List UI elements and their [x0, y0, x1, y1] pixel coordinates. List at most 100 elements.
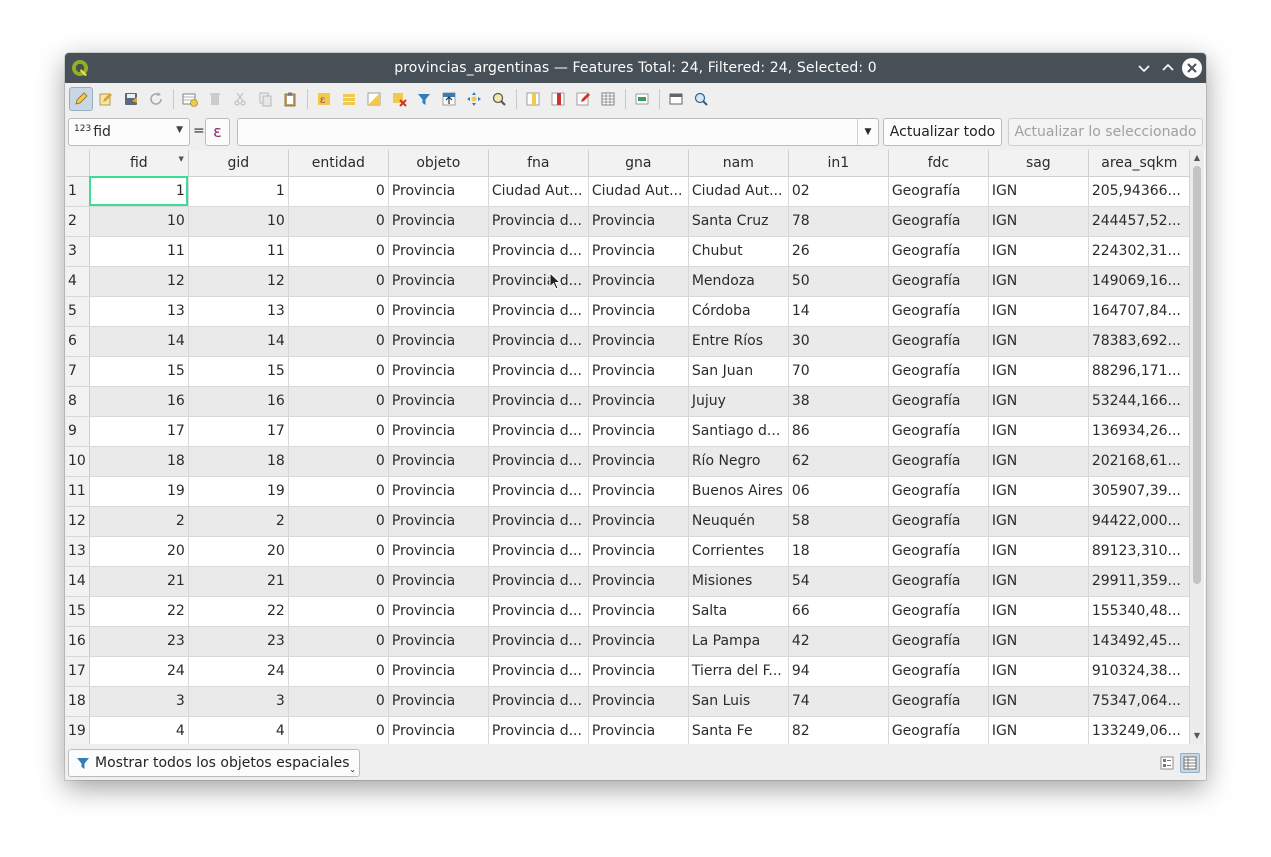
column-header[interactable]: in1: [788, 150, 889, 177]
table-cell-nam[interactable]: Ciudad Aut...: [688, 176, 789, 207]
actions-icon[interactable]: [630, 87, 654, 111]
table-cell-entidad[interactable]: 0: [288, 446, 389, 477]
table-cell-area_sqkm[interactable]: 75347,064...: [1088, 686, 1191, 717]
table-cell-sag[interactable]: IGN: [988, 206, 1089, 237]
table-cell-entidad[interactable]: 0: [288, 176, 389, 207]
table-cell-gid[interactable]: 10: [188, 206, 289, 237]
table-cell-area_sqkm[interactable]: 136934,26...: [1088, 416, 1191, 447]
table-cell-nam[interactable]: Misiones: [688, 566, 789, 597]
table-row[interactable]: 18 3 3 0 Provincia Provincia d... Provincia San…: [66, 686, 1191, 717]
table-cell-fna[interactable]: Provincia d...: [488, 506, 589, 537]
table-cell-objeto[interactable]: Provincia: [388, 716, 489, 744]
table-cell-fdc[interactable]: Geografía: [888, 386, 989, 417]
scroll-up-icon[interactable]: ▲: [1190, 151, 1204, 165]
table-cell-gna[interactable]: Provincia: [588, 296, 689, 327]
table-cell-in1[interactable]: 74: [788, 686, 889, 717]
table-cell-fdc[interactable]: Geografía: [888, 416, 989, 447]
table-cell-nam[interactable]: Santa Cruz: [688, 206, 789, 237]
table-cell-gna[interactable]: Provincia: [588, 236, 689, 267]
table-cell-sag[interactable]: IGN: [988, 596, 1089, 627]
table-cell-sag[interactable]: IGN: [988, 176, 1089, 207]
column-header[interactable]: area_sqkm: [1088, 150, 1191, 177]
table-cell-fna[interactable]: Provincia d...: [488, 446, 589, 477]
table-cell-gna[interactable]: Provincia: [588, 416, 689, 447]
deselect-all-icon[interactable]: [387, 87, 411, 111]
table-cell-nam[interactable]: Neuquén: [688, 506, 789, 537]
delete-field-icon[interactable]: [546, 87, 570, 111]
column-header[interactable]: gna: [588, 150, 689, 177]
row-header[interactable]: 10: [66, 446, 90, 477]
table-row[interactable]: 10 18 18 0 Provincia Provincia d... Provincia R…: [66, 446, 1191, 477]
table-cell-fid[interactable]: 16: [89, 386, 189, 417]
table-cell-fdc[interactable]: Geografía: [888, 656, 989, 687]
table-cell-area_sqkm[interactable]: 94422,000...: [1088, 506, 1191, 537]
table-cell-fdc[interactable]: Geografía: [888, 716, 989, 744]
table-cell-gna[interactable]: Provincia: [588, 356, 689, 387]
table-cell-gid[interactable]: 12: [188, 266, 289, 297]
table-cell-fna[interactable]: Provincia d...: [488, 536, 589, 567]
table-cell-fid[interactable]: 4: [89, 716, 189, 744]
table-cell-nam[interactable]: San Juan: [688, 356, 789, 387]
table-row[interactable]: 2 10 10 0 Provincia Provincia d... Provincia Sa…: [66, 206, 1191, 237]
column-header[interactable]: fna: [488, 150, 589, 177]
table-cell-gid[interactable]: 20: [188, 536, 289, 567]
table-cell-in1[interactable]: 62: [788, 446, 889, 477]
table-cell-sag[interactable]: IGN: [988, 296, 1089, 327]
scrollbar-thumb[interactable]: [1193, 166, 1201, 584]
table-cell-nam[interactable]: Río Negro: [688, 446, 789, 477]
table-cell-in1[interactable]: 06: [788, 476, 889, 507]
table-cell-objeto[interactable]: Provincia: [388, 626, 489, 657]
table-cell-sag[interactable]: IGN: [988, 566, 1089, 597]
table-cell-entidad[interactable]: 0: [288, 296, 389, 327]
expression-button[interactable]: ε: [205, 118, 230, 146]
table-cell-nam[interactable]: Entre Ríos: [688, 326, 789, 357]
column-header[interactable]: fdc: [888, 150, 989, 177]
table-cell-gid[interactable]: 3: [188, 686, 289, 717]
table-cell-fdc[interactable]: Geografía: [888, 536, 989, 567]
table-cell-in1[interactable]: 58: [788, 506, 889, 537]
table-cell-entidad[interactable]: 0: [288, 596, 389, 627]
cut-icon[interactable]: [228, 87, 252, 111]
table-cell-gna[interactable]: Provincia: [588, 656, 689, 687]
row-header[interactable]: 4: [66, 266, 90, 297]
table-cell-fid[interactable]: 18: [89, 446, 189, 477]
table-cell-fna[interactable]: Provincia d...: [488, 386, 589, 417]
table-cell-sag[interactable]: IGN: [988, 656, 1089, 687]
table-cell-in1[interactable]: 42: [788, 626, 889, 657]
table-row[interactable]: 1 1 1 0 Provincia Ciudad Aut... Ciudad Aut... C…: [66, 176, 1191, 207]
table-row[interactable]: 13 20 20 0 Provincia Provincia d... Provincia C…: [66, 536, 1191, 567]
table-cell-area_sqkm[interactable]: 164707,84...: [1088, 296, 1191, 327]
table-cell-nam[interactable]: Buenos Aires: [688, 476, 789, 507]
row-header[interactable]: 16: [66, 626, 90, 657]
table-cell-fdc[interactable]: Geografía: [888, 236, 989, 267]
toggle-editing-icon[interactable]: [69, 87, 93, 111]
table-row[interactable]: 5 13 13 0 Provincia Provincia d... Provincia Có…: [66, 296, 1191, 327]
table-cell-sag[interactable]: IGN: [988, 716, 1089, 744]
row-header[interactable]: 17: [66, 656, 90, 687]
table-cell-nam[interactable]: Chubut: [688, 236, 789, 267]
table-cell-gna[interactable]: Provincia: [588, 596, 689, 627]
table-cell-fid[interactable]: 14: [89, 326, 189, 357]
multi-edit-icon[interactable]: [94, 87, 118, 111]
table-cell-fid[interactable]: 13: [89, 296, 189, 327]
table-row[interactable]: 19 4 4 0 Provincia Provincia d... Provincia San…: [66, 716, 1191, 744]
table-cell-gid[interactable]: 16: [188, 386, 289, 417]
table-cell-sag[interactable]: IGN: [988, 356, 1089, 387]
table-cell-fid[interactable]: 22: [89, 596, 189, 627]
table-cell-fna[interactable]: Provincia d...: [488, 626, 589, 657]
form-view-icon[interactable]: [1157, 753, 1177, 773]
table-cell-nam[interactable]: Salta: [688, 596, 789, 627]
title-bar[interactable]: provincias_argentinas — Features Total: …: [65, 53, 1206, 83]
row-header[interactable]: 13: [66, 536, 90, 567]
row-header[interactable]: 12: [66, 506, 90, 537]
row-header[interactable]: 14: [66, 566, 90, 597]
table-cell-gna[interactable]: Provincia: [588, 386, 689, 417]
table-cell-gid[interactable]: 21: [188, 566, 289, 597]
table-cell-objeto[interactable]: Provincia: [388, 446, 489, 477]
table-cell-gid[interactable]: 24: [188, 656, 289, 687]
row-header[interactable]: 8: [66, 386, 90, 417]
table-cell-area_sqkm[interactable]: 143492,45...: [1088, 626, 1191, 657]
table-cell-fna[interactable]: Provincia d...: [488, 716, 589, 744]
table-cell-gid[interactable]: 1: [188, 176, 289, 207]
table-cell-objeto[interactable]: Provincia: [388, 536, 489, 567]
